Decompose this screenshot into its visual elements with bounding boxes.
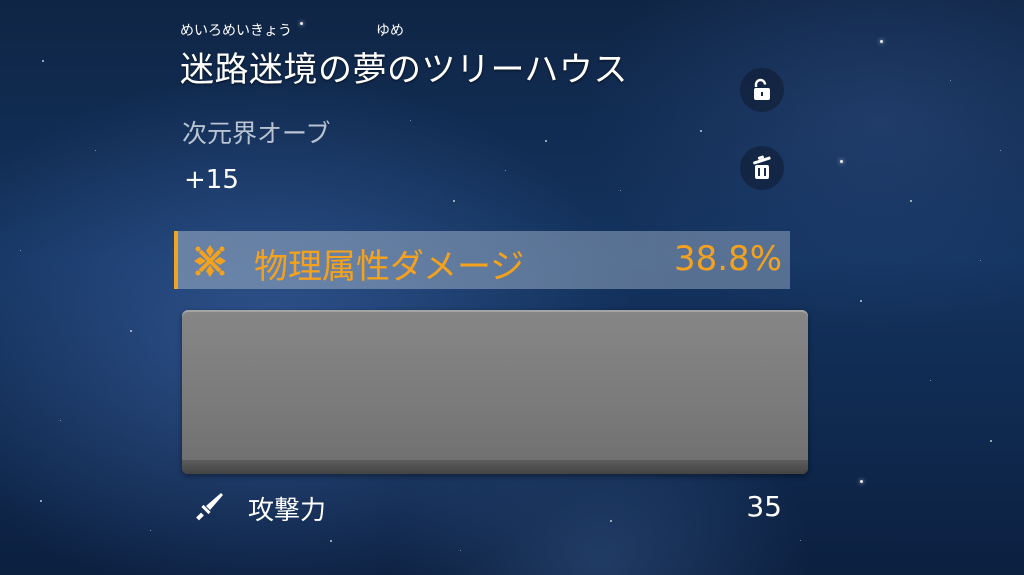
sub-stat-row: 攻撃力 35 — [190, 488, 786, 526]
item-detail-screen: めいろめいきょう ゆめ 迷路迷境の夢のツリーハウス 次元界オーブ +15 物理属… — [0, 0, 1024, 575]
item-name: 迷路迷境の夢のツリーハウス — [180, 50, 628, 90]
trash-icon — [753, 155, 771, 179]
item-level: +15 — [184, 165, 239, 195]
main-stat-value: 38.8% — [673, 239, 782, 279]
panel-bevel — [182, 460, 808, 474]
sub-stat-name: 攻撃力 — [248, 496, 327, 526]
sword-icon — [194, 490, 226, 526]
sub-stat-value: 35 — [746, 490, 782, 523]
lock-button[interactable] — [740, 68, 784, 112]
main-stat-name: 物理属性ダメージ — [254, 247, 525, 287]
furigana-meiromeikyou: めいろめいきょう — [180, 23, 292, 39]
main-stat-row: 物理属性ダメージ 38.8% — [174, 231, 790, 289]
discard-button[interactable] — [740, 146, 784, 190]
item-type: 次元界オーブ — [182, 119, 331, 148]
unlock-icon — [754, 78, 770, 100]
physical-damage-icon — [190, 241, 230, 285]
empty-substat-panel — [182, 310, 808, 474]
furigana-yume: ゆめ — [376, 23, 404, 39]
